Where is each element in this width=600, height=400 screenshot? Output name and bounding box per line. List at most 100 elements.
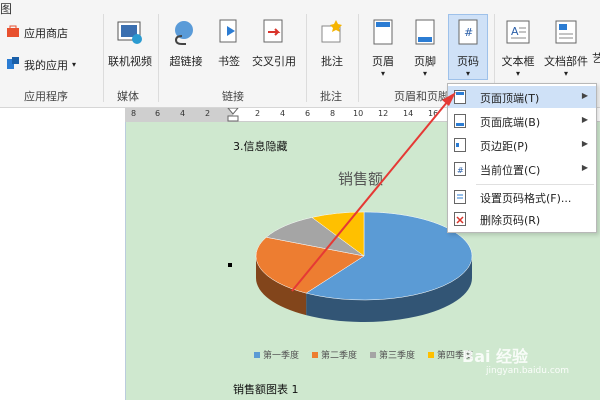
page-bottom-icon <box>454 114 466 128</box>
group-label-header-footer: 页眉和页脚 <box>394 90 449 103</box>
page-number-icon: # <box>448 18 488 49</box>
legend-swatch <box>428 352 434 358</box>
menu-item-remove-page-numbers[interactable]: 删除页码(R) <box>448 208 596 230</box>
chart-title: 销售额 <box>338 170 384 188</box>
submenu-arrow-icon: ▶ <box>581 91 588 100</box>
svg-text:#: # <box>457 166 464 175</box>
ruler-tick: 10 <box>353 109 364 118</box>
menu-item-label: 删除页码(R) <box>480 214 541 227</box>
comment-icon <box>312 18 352 49</box>
menu-item-label: 设置页码格式(F)... <box>480 192 572 205</box>
text-box-label: 文本框 <box>501 55 535 68</box>
more-button-stub[interactable]: 艺 <box>592 50 600 66</box>
cross-reference-button[interactable]: 交叉引用 <box>248 18 300 69</box>
chart-caption[interactable]: 销售额图表 1 <box>233 381 299 397</box>
ruler-tick: 6 <box>155 109 161 118</box>
svg-text:A: A <box>511 25 519 38</box>
legend-swatch <box>254 352 260 358</box>
menu-item-label: 页面顶端(T) <box>480 92 540 105</box>
cross-reference-icon <box>248 18 300 49</box>
my-apps-label: 我的应用 <box>24 58 68 72</box>
group-label-media: 媒体 <box>117 90 139 103</box>
chart-anchor-handle[interactable] <box>228 263 232 267</box>
apps-cube-icon <box>6 56 20 73</box>
page-margin-icon <box>454 138 466 152</box>
document-parts-icon <box>540 18 592 49</box>
cross-reference-label: 交叉引用 <box>252 55 296 68</box>
ruler-tick: 4 <box>280 109 286 118</box>
ruler-tick: 4 <box>180 109 186 118</box>
text-box-button[interactable]: A 文本框 ▾ <box>496 18 540 78</box>
text-box-icon: A <box>496 18 540 49</box>
group-label-links: 链接 <box>222 90 244 103</box>
group-label-comments: 批注 <box>320 90 342 103</box>
bookmark-label: 书签 <box>218 55 240 68</box>
watermark-url: jingyan.baidu.com <box>486 366 570 376</box>
menu-item-page-margin[interactable]: 页边距(P) ▶ <box>448 134 596 156</box>
chevron-down-icon: ▾ <box>515 69 520 78</box>
svg-text:#: # <box>464 26 473 39</box>
header-button[interactable]: 页眉 ▾ <box>364 18 402 78</box>
current-position-icon: # <box>454 162 466 176</box>
indent-marker-icon[interactable] <box>227 108 239 122</box>
ruler-tick: 6 <box>305 109 311 118</box>
legend-label: 第二季度 <box>321 349 357 361</box>
footer-button[interactable]: 页脚 ▾ <box>406 18 444 78</box>
ribbon-tab-stub[interactable]: 图 <box>0 0 12 17</box>
legend-swatch <box>312 352 318 358</box>
bookmark-button[interactable]: 书签 <box>212 18 246 69</box>
document-heading[interactable]: 3.信息隐藏 <box>233 138 288 154</box>
video-icon <box>104 18 156 49</box>
chevron-down-icon: ▾ <box>380 69 385 78</box>
app-store-label: 应用商店 <box>24 26 68 40</box>
hyperlink-icon <box>164 18 208 49</box>
ruler-tick: 8 <box>131 109 137 118</box>
app-store-button[interactable]: 应用商店 <box>6 24 68 41</box>
comment-label: 批注 <box>321 55 343 68</box>
hyperlink-label: 超链接 <box>169 55 203 68</box>
document-parts-button[interactable]: 文档部件 ▾ <box>540 18 592 78</box>
ruler-margin-shade <box>125 108 233 122</box>
comment-button[interactable]: 批注 <box>312 18 352 69</box>
hyperlink-button[interactable]: 超链接 <box>164 18 208 69</box>
menu-item-current-position[interactable]: # 当前位置(C) ▶ <box>448 158 596 180</box>
page-top-icon <box>454 90 466 104</box>
page-number-button[interactable]: # 页码 ▾ <box>448 18 488 78</box>
online-video-label: 联机视频 <box>108 55 152 68</box>
group-divider <box>158 14 159 102</box>
submenu-arrow-icon: ▶ <box>581 115 588 124</box>
chevron-down-icon: ▾ <box>422 69 427 78</box>
online-video-button[interactable]: 联机视频 <box>104 18 156 69</box>
group-divider <box>306 14 307 102</box>
chevron-down-icon: ▾ <box>72 60 77 69</box>
ruler-tick: 12 <box>378 109 389 118</box>
format-page-number-icon <box>454 190 466 204</box>
menu-separator <box>476 184 594 185</box>
ruler-tick: 8 <box>330 109 336 118</box>
menu-item-page-bottom[interactable]: 页面底端(B) ▶ <box>448 110 596 132</box>
chevron-down-icon: ▾ <box>563 69 568 78</box>
bookmark-icon <box>212 18 246 49</box>
footer-icon <box>406 18 444 49</box>
group-label-apps: 应用程序 <box>24 90 68 103</box>
document-parts-label: 文档部件 <box>544 55 588 68</box>
chevron-down-icon: ▾ <box>465 69 470 78</box>
store-icon <box>6 24 20 41</box>
document-margin-area <box>0 122 125 400</box>
group-divider <box>358 14 359 102</box>
menu-item-label: 当前位置(C) <box>480 164 541 177</box>
header-icon <box>364 18 402 49</box>
menu-item-label: 页边距(P) <box>480 140 529 153</box>
footer-label: 页脚 <box>414 55 436 68</box>
remove-page-number-icon <box>454 212 466 226</box>
page-number-dropdown-menu: 页面顶端(T) ▶ 页面底端(B) ▶ 页边距(P) ▶ # 当前位置(C) ▶… <box>447 83 597 233</box>
my-apps-button[interactable]: 我的应用 ▾ <box>6 56 76 73</box>
header-label: 页眉 <box>372 55 394 68</box>
ruler-tick: 14 <box>403 109 414 118</box>
legend-label: 第一季度 <box>263 349 299 361</box>
watermark-logo: Bai 经验 <box>462 347 529 366</box>
menu-item-page-top[interactable]: 页面顶端(T) ▶ <box>448 86 596 108</box>
legend-swatch <box>370 352 376 358</box>
menu-item-format-page-numbers[interactable]: 设置页码格式(F)... <box>448 186 596 208</box>
menu-item-label: 页面底端(B) <box>480 116 541 129</box>
